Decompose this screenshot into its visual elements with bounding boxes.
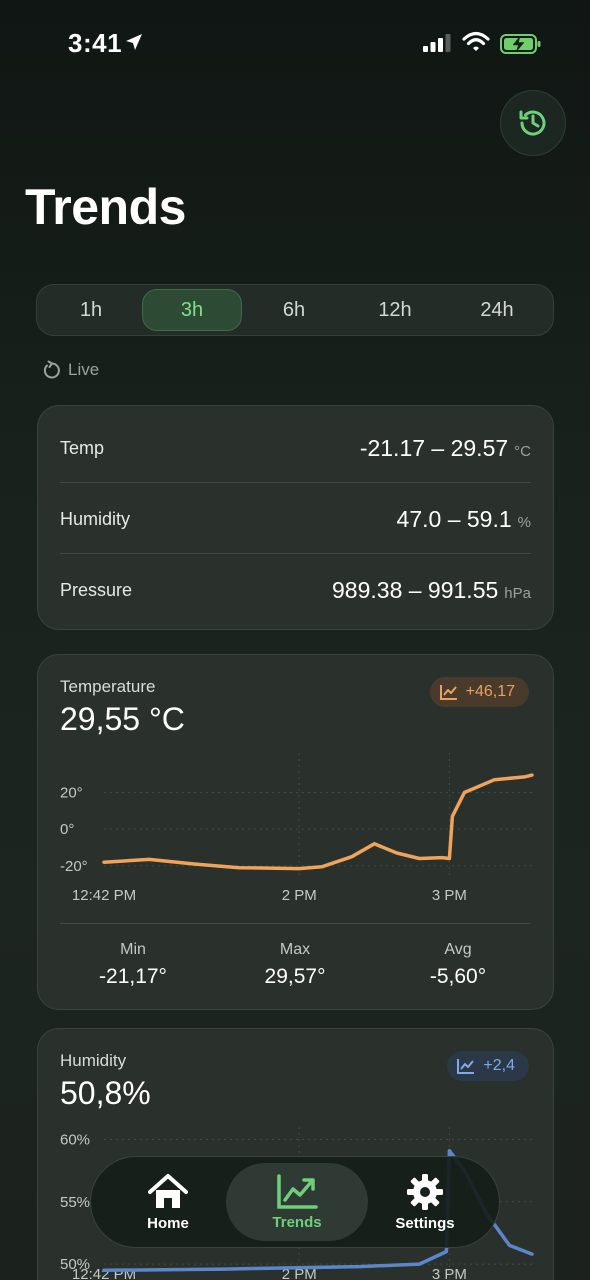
humidity-value: 50,8% <box>60 1075 151 1111</box>
trend-chart-icon <box>457 1059 475 1074</box>
settings-icon <box>407 1173 443 1210</box>
range-label: Temp <box>60 437 105 458</box>
y-tick-label: 0° <box>60 821 74 838</box>
stat-avg: Avg -5,60° <box>383 941 533 989</box>
series-line <box>102 773 534 871</box>
range-label: Humidity <box>60 508 131 529</box>
tab-bar: Home Trends Settings <box>90 1156 500 1248</box>
stat-label: Avg <box>444 941 472 958</box>
location-arrow-icon <box>126 34 142 50</box>
humidity-delta-badge: +2,4 <box>447 1051 529 1081</box>
trends-icon <box>277 1173 318 1209</box>
stat-min: Min -21,17° <box>58 941 208 989</box>
stat-label: Max <box>279 941 311 958</box>
range-value: -21.17 – 29.57 <box>359 434 509 461</box>
wifi-icon <box>462 31 490 51</box>
x-tick-label: 12:42 PM <box>72 1266 136 1280</box>
history-icon <box>519 110 546 136</box>
tab-trends[interactable]: Trends <box>226 1163 368 1241</box>
range-unit: °C <box>514 442 531 460</box>
history-button[interactable] <box>500 90 566 156</box>
stat-value: 29,57° <box>264 965 326 988</box>
humidity-delta: +2,4 <box>483 1057 515 1074</box>
tab-home[interactable]: Home <box>97 1163 239 1241</box>
range-row-humidity: Humidity 47.0 – 59.1% <box>60 483 531 555</box>
live-indicator[interactable]: Live <box>42 360 99 380</box>
y-tick-label: 55% <box>60 1194 90 1211</box>
x-tick-label: 3 PM <box>432 1266 467 1280</box>
humidity-label: Humidity <box>60 1051 127 1070</box>
stat-label: Min <box>120 941 146 958</box>
temperature-label: Temperature <box>60 677 156 696</box>
temperature-card[interactable]: Temperature 29,55 °C +46,17 20° 0° -20° 12:… <box>37 654 554 1010</box>
tab-label: Home <box>147 1214 189 1232</box>
temperature-delta-badge: +46,17 <box>429 677 529 707</box>
range-option-1h[interactable]: 1h <box>41 289 141 331</box>
range-label: Pressure <box>60 579 133 600</box>
live-label: Live <box>68 360 100 379</box>
range-option-3h[interactable]: 3h <box>142 289 242 331</box>
stat-max: Max 29,57° <box>220 941 370 989</box>
stat-value: -5,60° <box>429 965 487 988</box>
range-unit: % <box>517 513 531 531</box>
tab-settings[interactable]: Settings <box>354 1163 496 1241</box>
range-option-6h[interactable]: 6h <box>244 289 344 331</box>
tab-label: Trends <box>272 1213 322 1231</box>
temperature-value: 29,55 °C <box>60 701 185 737</box>
temperature-stats: Min -21,17° Max 29,57° Avg -5,60° <box>38 941 555 1001</box>
y-tick-label: 20° <box>60 785 83 802</box>
x-tick-label: 2 PM <box>282 887 317 904</box>
x-tick-label: 12:42 PM <box>72 887 136 904</box>
range-option-24h[interactable]: 24h <box>447 289 547 331</box>
range-summary-card: Temp -21.17 – 29.57 °C Humidity 47.0 – 59… <box>37 405 554 630</box>
page-title: Trends <box>25 179 186 235</box>
trend-chart-icon <box>439 685 457 700</box>
range-row-pressure: Pressure 989.38 – 991.55 hPa <box>60 554 531 626</box>
status-bar: 3:41 <box>0 0 590 88</box>
x-tick-label: 3 PM <box>432 887 467 904</box>
battery-charging-icon <box>500 34 541 54</box>
temperature-delta: +46,17 <box>465 683 515 700</box>
y-tick-label: -20° <box>60 858 88 875</box>
status-time: 3:41 <box>68 28 123 58</box>
time-range-selector: 1h 3h 6h 12h 24h <box>36 284 554 336</box>
divider <box>60 923 531 924</box>
tab-label: Settings <box>395 1214 455 1232</box>
range-unit: hPa <box>504 584 531 602</box>
home-icon <box>148 1173 188 1208</box>
range-row-temp: Temp -21.17 – 29.57 °C <box>60 412 531 484</box>
stat-value: -21,17° <box>99 965 167 988</box>
range-option-12h[interactable]: 12h <box>345 289 445 331</box>
range-value: 989.38 – 991.55 <box>332 576 499 603</box>
range-value: 47.0 – 59.1 <box>396 505 512 532</box>
refresh-icon <box>43 360 60 379</box>
cellular-signal-icon <box>423 34 451 52</box>
y-tick-label: 60% <box>60 1131 90 1148</box>
